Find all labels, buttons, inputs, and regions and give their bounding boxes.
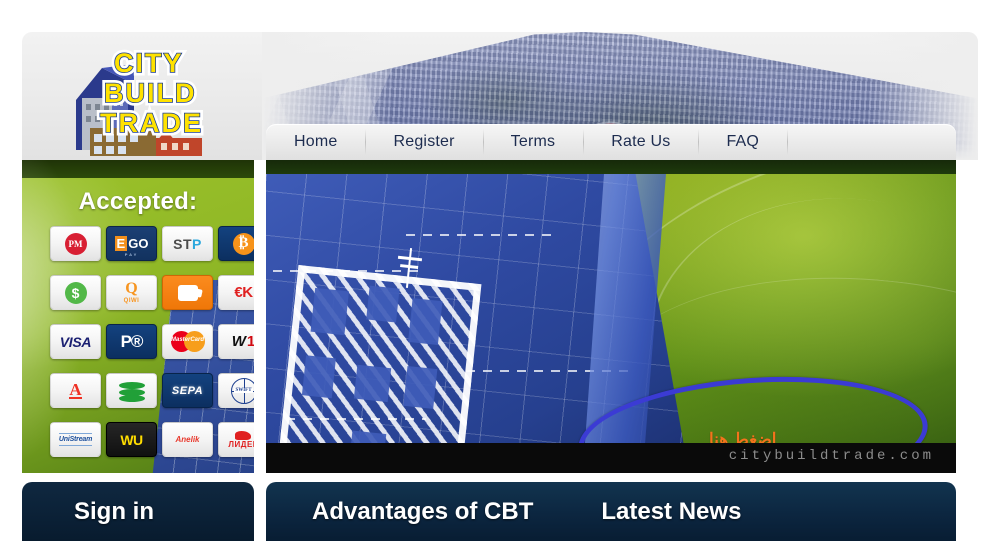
egopay-e: E: [114, 236, 128, 251]
unistream-mark: UniStream: [58, 433, 92, 446]
nav-item-register[interactable]: Register: [365, 124, 482, 160]
nav-label: FAQ: [726, 133, 760, 150]
dollar-badge: $: [64, 281, 87, 304]
swift-globe: SWIFT: [230, 377, 254, 404]
solid-trust-pay-icon[interactable]: STP: [162, 226, 213, 261]
main-navigation: Home Register Terms Rate Us FAQ: [266, 124, 956, 160]
alfa-mark: A: [69, 380, 82, 399]
nav-label: Register: [393, 133, 455, 150]
lider-icon[interactable]: ЛИДЕР: [218, 422, 254, 457]
banner-bottom-band: citybuildtrade.com: [266, 443, 956, 473]
wm-1: 1: [247, 333, 254, 350]
qiwi-mark: Q QIWI: [123, 280, 140, 305]
swift-icon[interactable]: SWIFT: [218, 373, 254, 408]
qiwi-label: QIWI: [123, 298, 140, 304]
accepted-payments-sidebar: Accepted: PM E GO PAY STP ₿ $ Q QIWI €K …: [22, 160, 254, 473]
egopay-icon[interactable]: E GO PAY: [106, 226, 157, 261]
blueprint-room: [310, 287, 349, 336]
svg-text:CITY: CITY: [114, 48, 184, 78]
wu-mark: WU: [120, 431, 143, 448]
qiwi-q: Q: [125, 280, 138, 297]
sberbank-mark: [118, 380, 145, 402]
western-union-icon[interactable]: WU: [106, 422, 157, 457]
payeer-dollar-icon[interactable]: $: [50, 275, 101, 310]
svg-text:TRADE: TRADE: [100, 108, 203, 138]
promo-banner: اضغط هنا citybuildtrade.com REGISTER NOW…: [266, 160, 956, 473]
bitcoin-badge: ₿: [232, 232, 254, 255]
perfect-money-icon[interactable]: PM: [50, 226, 101, 261]
banner-top-band: [266, 160, 956, 174]
egopay-sub: PAY: [124, 252, 139, 257]
anelik-mark: Anelik: [175, 435, 200, 444]
bitcoin-icon[interactable]: ₿: [218, 226, 254, 261]
sepa-icon[interactable]: SEPA: [162, 373, 213, 408]
lider-label: ЛИДЕР: [228, 439, 254, 449]
qiwi-icon[interactable]: Q QIWI: [106, 275, 157, 310]
webmoney-mark: W 1: [232, 333, 254, 350]
wm-w: W: [231, 333, 246, 350]
nav-item-rate-us[interactable]: Rate Us: [583, 124, 698, 160]
nav-item-faq[interactable]: FAQ: [698, 124, 787, 160]
tab-latest-news[interactable]: Latest News: [601, 498, 741, 526]
blueprint-room: [353, 364, 392, 403]
mc-label: MasterCard: [170, 337, 204, 343]
sign-in-heading: Sign in: [74, 498, 154, 525]
stp-mark: STP: [173, 236, 202, 252]
nav-label: Rate Us: [611, 133, 671, 150]
info-panel-tabs: Advantages of CBT Latest News: [312, 498, 741, 526]
blueprint-room: [301, 355, 336, 399]
yandex-money-wallet-icon[interactable]: [162, 275, 213, 310]
blueprint-room: [366, 285, 400, 323]
nav-empty-tail: [787, 124, 956, 160]
blueprint-dash-2: [406, 234, 556, 236]
tab-advantages-of-cbt[interactable]: Advantages of CBT: [312, 498, 533, 526]
sepa-mark: SEPA: [171, 384, 204, 397]
anelik-icon[interactable]: Anelik: [162, 422, 213, 457]
okpay-icon[interactable]: €K: [218, 275, 254, 310]
payeer-icon[interactable]: P®: [106, 324, 157, 359]
webmoney-icon[interactable]: W 1: [218, 324, 254, 359]
svg-text:BUILD: BUILD: [104, 78, 197, 108]
payment-icons-grid: PM E GO PAY STP ₿ $ Q QIWI €K VISA P® Ma…: [50, 226, 254, 457]
stp-t: T: [182, 235, 193, 252]
sber-arc-1: [118, 381, 145, 389]
mastercard-mark: MasterCard: [170, 331, 205, 352]
mastercard-icon[interactable]: MasterCard: [162, 324, 213, 359]
nav-item-home[interactable]: Home: [266, 124, 365, 160]
payeer-mark: P®: [120, 331, 144, 351]
blueprint-room: [408, 298, 443, 346]
blueprint-room: [403, 365, 438, 409]
sberbank-icon[interactable]: [106, 373, 157, 408]
stp-p: P: [192, 235, 202, 252]
nav-label: Terms: [510, 133, 556, 150]
page-root: CITY BUILD TRADE CITY BUILD TRADE Home R…: [0, 0, 1006, 541]
alfa-bank-icon[interactable]: A: [50, 373, 101, 408]
lion-glyph: [235, 430, 252, 440]
accepted-heading: Accepted:: [78, 188, 198, 215]
lider-mark: ЛИДЕР: [228, 430, 254, 449]
blueprint-floorplan: [274, 265, 482, 457]
egopay-go: GO: [128, 236, 149, 251]
pm-badge: PM: [64, 232, 87, 255]
sign-in-panel[interactable]: Sign in: [22, 482, 254, 541]
site-logo[interactable]: CITY BUILD TRADE CITY BUILD TRADE: [56, 38, 236, 160]
unistream-icon[interactable]: UniStream: [50, 422, 101, 457]
sber-arc-3: [118, 394, 145, 402]
visa-icon[interactable]: VISA: [50, 324, 101, 359]
stp-s: S: [173, 235, 183, 252]
info-panel: Advantages of CBT Latest News: [266, 482, 956, 541]
okpay-mark: €K: [234, 284, 253, 301]
banner-bottom-watermark: citybuildtrade.com: [728, 448, 934, 464]
egopay-mark: E GO: [114, 236, 149, 251]
nav-label: Home: [294, 133, 338, 150]
wallet-glyph: [177, 284, 198, 301]
swift-label: SWIFT: [234, 388, 253, 393]
nav-item-terms[interactable]: Terms: [482, 124, 584, 160]
visa-mark: VISA: [59, 333, 92, 350]
